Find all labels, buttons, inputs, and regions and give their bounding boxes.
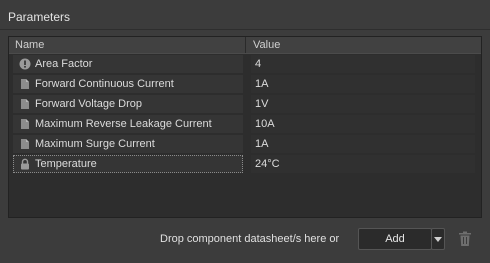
name-cell[interactable]: Maximum Surge Current xyxy=(13,135,243,153)
table-row[interactable]: Area Factor 4 xyxy=(9,54,481,74)
name-cell[interactable]: Area Factor xyxy=(13,55,243,73)
section-title: Parameters xyxy=(8,10,71,24)
table-row[interactable]: Forward Continuous Current 1A xyxy=(9,74,481,94)
name-cell[interactable]: Maximum Reverse Leakage Current xyxy=(13,115,243,133)
parameter-value: 1A xyxy=(255,78,269,90)
document-icon xyxy=(21,139,29,149)
parameter-value: 4 xyxy=(255,58,262,70)
table-row[interactable]: Maximum Reverse Leakage Current 10A xyxy=(9,114,481,134)
lock-icon xyxy=(21,158,29,170)
chevron-down-icon xyxy=(434,237,442,242)
add-button[interactable]: Add xyxy=(358,228,432,250)
value-cell[interactable]: 4 xyxy=(251,55,475,73)
table-row[interactable]: Forward Voltage Drop 1V xyxy=(9,94,481,114)
value-cell[interactable]: 10A xyxy=(251,115,475,133)
value-cell[interactable]: 1A xyxy=(251,75,475,93)
name-cell[interactable]: Temperature xyxy=(13,155,243,173)
parameter-name: Maximum Reverse Leakage Current xyxy=(35,118,212,130)
document-icon xyxy=(21,99,29,109)
parameter-name: Temperature xyxy=(35,158,97,170)
value-cell[interactable]: 1V xyxy=(251,95,475,113)
parameter-name: Forward Continuous Current xyxy=(35,78,174,90)
drop-datasheet-text: Drop component datasheet/s here or xyxy=(160,233,340,245)
column-separator[interactable] xyxy=(245,37,246,53)
grid-header: Name Value xyxy=(9,37,481,54)
column-header-value[interactable]: Value xyxy=(253,39,280,51)
parameters-grid: Name Value Area Factor 4 Forward Continu… xyxy=(8,36,482,218)
value-cell[interactable]: 24°C xyxy=(251,155,475,173)
name-cell[interactable]: Forward Continuous Current xyxy=(13,75,243,93)
table-row[interactable]: Maximum Surge Current 1A xyxy=(9,134,481,154)
document-icon xyxy=(21,79,29,89)
parameter-name: Maximum Surge Current xyxy=(35,138,155,150)
parameter-value: 1A xyxy=(255,138,269,150)
value-cell[interactable]: 1A xyxy=(251,135,475,153)
parameter-value: 24°C xyxy=(255,158,280,170)
name-cell[interactable]: Forward Voltage Drop xyxy=(13,95,243,113)
document-icon xyxy=(21,119,29,129)
add-dropdown-button[interactable] xyxy=(431,228,445,250)
warning-circle-icon xyxy=(19,58,31,70)
column-header-name[interactable]: Name xyxy=(15,39,44,51)
add-button-label: Add xyxy=(385,233,405,245)
trash-icon[interactable] xyxy=(458,231,472,247)
divider xyxy=(0,29,490,30)
parameter-value: 10A xyxy=(255,118,275,130)
table-row[interactable]: Temperature 24°C xyxy=(9,154,481,174)
parameter-name: Area Factor xyxy=(35,58,93,70)
parameter-name: Forward Voltage Drop xyxy=(35,98,142,110)
parameter-value: 1V xyxy=(255,98,269,110)
